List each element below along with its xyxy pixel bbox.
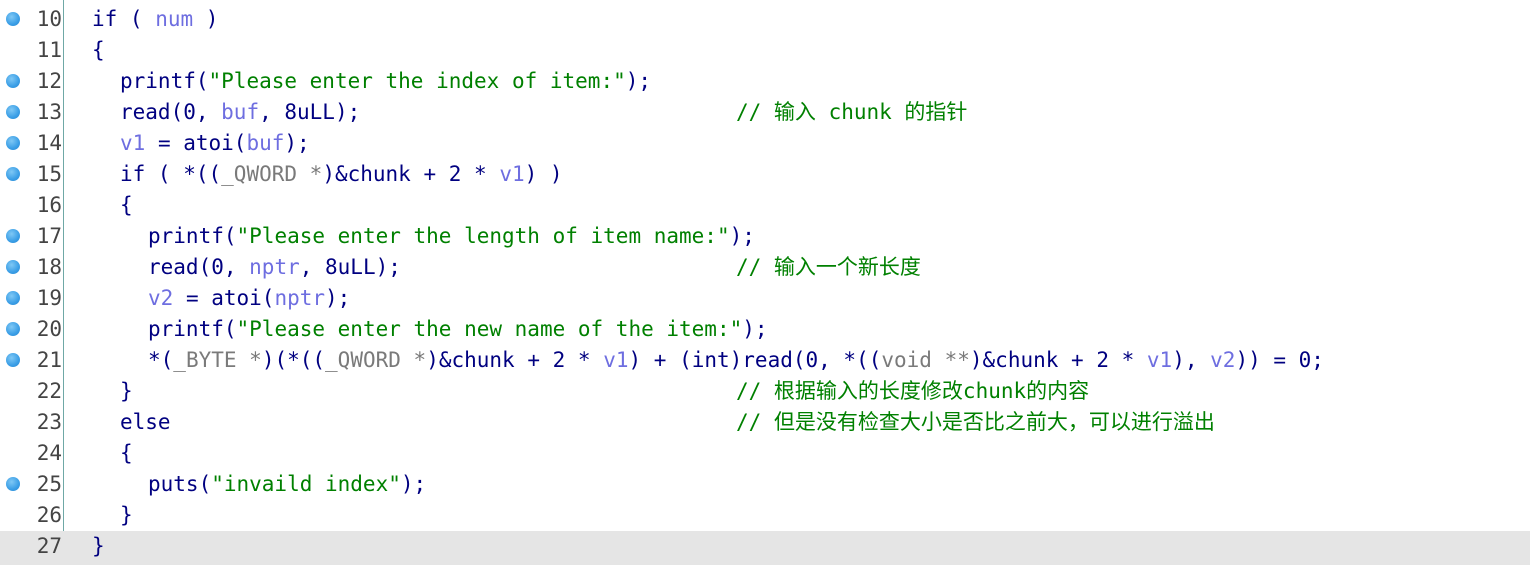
code-text[interactable]: if ( *((_QWORD *)&chunk + 2 * v1) ) (120, 159, 563, 190)
code-line-20[interactable]: 20 printf("Please enter the new name of … (0, 314, 1530, 345)
code-line-25[interactable]: 25 puts("invaild index"); (0, 469, 1530, 500)
code-line-27-current[interactable]: 27 } (0, 531, 1530, 565)
code-comment: // 但是没有检查大小是否比之前大，可以进行溢出 (736, 410, 1215, 434)
line-number: 12 (36, 69, 62, 93)
code-line-26[interactable]: 26 } (0, 500, 1530, 531)
line-number: 22 (36, 379, 62, 403)
breakpoint-marker-icon[interactable] (6, 74, 20, 88)
code-text[interactable]: { (120, 190, 133, 221)
breakpoint-marker-icon[interactable] (6, 136, 20, 150)
code-text[interactable]: else (120, 407, 171, 438)
line-number: 17 (36, 224, 62, 248)
line-number: 21 (36, 348, 62, 372)
code-text[interactable]: printf("Please enter the new name of the… (148, 314, 768, 345)
line-number: 15 (36, 162, 62, 186)
code-line-24[interactable]: 24 { (0, 438, 1530, 469)
breakpoint-marker-icon[interactable] (6, 105, 20, 119)
line-number: 16 (36, 193, 62, 217)
line-number: 27 (36, 534, 62, 558)
line-number: 20 (36, 317, 62, 341)
code-line-23[interactable]: 23 else // 但是没有检查大小是否比之前大，可以进行溢出 (0, 407, 1530, 438)
line-number: 18 (36, 255, 62, 279)
code-text[interactable]: read(0, nptr, 8uLL); (148, 252, 401, 283)
code-text[interactable]: v2 = atoi(nptr); (148, 283, 350, 314)
code-text[interactable]: printf("Please enter the index of item:"… (120, 66, 651, 97)
line-number: 13 (36, 100, 62, 124)
breakpoint-marker-icon[interactable] (6, 12, 20, 26)
code-line-19[interactable]: 19 v2 = atoi(nptr); (0, 283, 1530, 314)
code-text[interactable]: } (92, 531, 105, 562)
breakpoint-marker-icon[interactable] (6, 167, 20, 181)
code-text[interactable]: } (120, 376, 133, 407)
line-number: 14 (36, 131, 62, 155)
code-text[interactable]: v1 = atoi(buf); (120, 128, 310, 159)
code-comment: // 输入一个新长度 (736, 255, 921, 279)
breakpoint-marker-icon[interactable] (6, 322, 20, 336)
breakpoint-marker-icon[interactable] (6, 291, 20, 305)
code-line-11[interactable]: 11 { (0, 35, 1530, 66)
breakpoint-marker-icon[interactable] (6, 353, 20, 367)
line-number: 24 (36, 441, 62, 465)
code-comment: // 根据输入的长度修改chunk的内容 (736, 379, 1090, 403)
code-text[interactable]: *(_BYTE *)(*((_QWORD *)&chunk + 2 * v1) … (148, 345, 1324, 376)
code-line-13[interactable]: 13 read(0, buf, 8uLL); // 输入 chunk 的指针 (0, 97, 1530, 128)
breakpoint-marker-icon[interactable] (6, 477, 20, 491)
line-number: 10 (36, 7, 62, 31)
breakpoint-marker-icon[interactable] (6, 260, 20, 274)
code-text[interactable]: { (92, 35, 105, 66)
line-number: 11 (36, 38, 62, 62)
code-text[interactable]: } (120, 500, 133, 531)
code-line-17[interactable]: 17 printf("Please enter the length of it… (0, 221, 1530, 252)
code-text[interactable]: printf("Please enter the length of item … (148, 221, 755, 252)
code-line-10[interactable]: 10 if ( num ) (0, 4, 1530, 35)
code-line-16[interactable]: 16 { (0, 190, 1530, 221)
line-number: 26 (36, 503, 62, 527)
line-number: 25 (36, 472, 62, 496)
line-number: 19 (36, 286, 62, 310)
code-line-18[interactable]: 18 read(0, nptr, 8uLL); // 输入一个新长度 (0, 252, 1530, 283)
code-text[interactable]: read(0, buf, 8uLL); (120, 97, 360, 128)
code-line-21[interactable]: 21 *(_BYTE *)(*((_QWORD *)&chunk + 2 * v… (0, 345, 1530, 376)
code-text[interactable]: if ( num ) (92, 4, 218, 35)
breakpoint-marker-icon[interactable] (6, 229, 20, 243)
code-text[interactable]: { (120, 438, 133, 469)
code-comment: // 输入 chunk 的指针 (736, 100, 968, 124)
pseudocode-view[interactable]: 10 if ( num ) 11 { 12 printf("Please ent… (0, 0, 1530, 565)
code-line-14[interactable]: 14 v1 = atoi(buf); (0, 128, 1530, 159)
code-text[interactable]: puts("invaild index"); (148, 469, 426, 500)
code-line-12[interactable]: 12 printf("Please enter the index of ite… (0, 66, 1530, 97)
code-line-15[interactable]: 15 if ( *((_QWORD *)&chunk + 2 * v1) ) (0, 159, 1530, 190)
line-number: 23 (36, 410, 62, 434)
code-line-22[interactable]: 22 } // 根据输入的长度修改chunk的内容 (0, 376, 1530, 407)
